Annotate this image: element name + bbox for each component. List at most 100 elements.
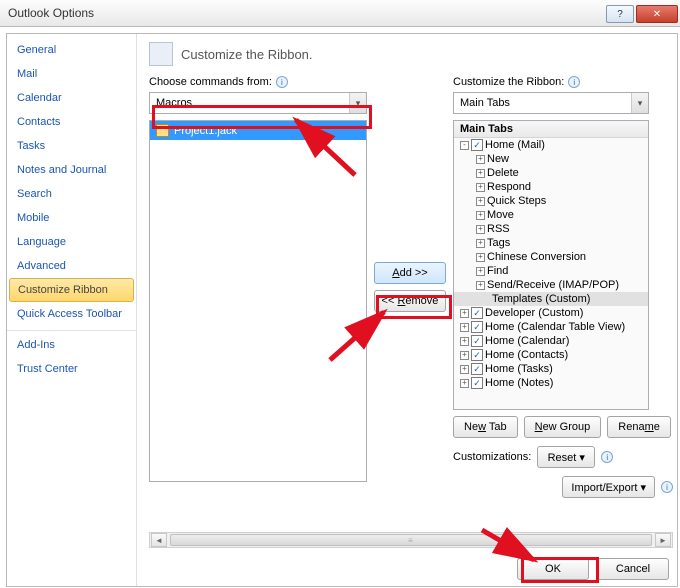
info-icon[interactable]: i bbox=[568, 76, 580, 88]
sidebar-item-quick-access[interactable]: Quick Access Toolbar bbox=[7, 302, 136, 326]
chevron-down-icon[interactable] bbox=[631, 93, 648, 113]
info-icon[interactable]: i bbox=[601, 451, 613, 463]
sidebar-item-customize-ribbon[interactable]: Customize Ribbon bbox=[9, 278, 134, 302]
chevron-down-icon[interactable] bbox=[349, 93, 366, 113]
window-title: Outlook Options bbox=[8, 6, 606, 20]
close-button[interactable]: ✕ bbox=[636, 5, 678, 23]
list-item-label: Project1.jack bbox=[174, 125, 237, 137]
sidebar-item-calendar[interactable]: Calendar bbox=[7, 86, 136, 110]
tree-item-label: Respond bbox=[487, 181, 531, 193]
tree-item[interactable]: + Send/Receive (IMAP/POP) bbox=[454, 278, 648, 292]
new-tab-button[interactable]: New Tab bbox=[453, 416, 518, 438]
sidebar-item-tasks[interactable]: Tasks bbox=[7, 134, 136, 158]
ribbon-tree[interactable]: Main Tabs - ✓ Home (Mail)+ New+ Delete+ … bbox=[453, 120, 649, 410]
macro-icon bbox=[156, 124, 169, 137]
expand-toggle[interactable]: + bbox=[460, 323, 469, 332]
tree-header: Main Tabs bbox=[454, 121, 648, 138]
info-icon[interactable]: i bbox=[661, 481, 673, 493]
tree-item[interactable]: + Move bbox=[454, 208, 648, 222]
commands-from-value: Macros bbox=[156, 97, 192, 109]
tree-item[interactable]: Templates (Custom) bbox=[454, 292, 648, 306]
commands-from-label: Choose commands from: i bbox=[149, 76, 367, 88]
sidebar-item-general[interactable]: General bbox=[7, 38, 136, 62]
checkbox[interactable]: ✓ bbox=[471, 321, 483, 333]
customize-ribbon-combo[interactable]: Main Tabs bbox=[453, 92, 649, 114]
expand-toggle[interactable]: + bbox=[476, 253, 485, 262]
tree-item[interactable]: + Delete bbox=[454, 166, 648, 180]
expand-toggle[interactable]: + bbox=[476, 183, 485, 192]
tree-item[interactable]: + ✓ Home (Calendar Table View) bbox=[454, 320, 648, 334]
tree-item-label: Home (Notes) bbox=[485, 377, 553, 389]
sidebar-item-contacts[interactable]: Contacts bbox=[7, 110, 136, 134]
tree-item[interactable]: + ✓ Home (Tasks) bbox=[454, 362, 648, 376]
sidebar-item-mobile[interactable]: Mobile bbox=[7, 206, 136, 230]
new-group-button[interactable]: New Group bbox=[524, 416, 602, 438]
tree-item[interactable]: + Quick Steps bbox=[454, 194, 648, 208]
remove-button[interactable]: << Remove bbox=[374, 290, 446, 312]
expand-toggle[interactable]: + bbox=[476, 225, 485, 234]
tree-item-label: Move bbox=[487, 209, 514, 221]
tree-item[interactable]: + ✓ Home (Calendar) bbox=[454, 334, 648, 348]
tree-item[interactable]: + ✓ Home (Notes) bbox=[454, 376, 648, 390]
reset-button[interactable]: Reset ▾ bbox=[537, 446, 595, 468]
checkbox[interactable]: ✓ bbox=[471, 363, 483, 375]
tree-item-label: Tags bbox=[487, 237, 510, 249]
sidebar-item-add-ins[interactable]: Add-Ins bbox=[7, 330, 136, 357]
expand-toggle[interactable]: + bbox=[476, 197, 485, 206]
tree-item-label: Send/Receive (IMAP/POP) bbox=[487, 279, 619, 291]
tree-item[interactable]: + Respond bbox=[454, 180, 648, 194]
sidebar-item-search[interactable]: Search bbox=[7, 182, 136, 206]
tree-item-label: Home (Contacts) bbox=[485, 349, 568, 361]
sidebar-item-notes-journal[interactable]: Notes and Journal bbox=[7, 158, 136, 182]
tree-item-label: Quick Steps bbox=[487, 195, 546, 207]
tree-item[interactable]: + RSS bbox=[454, 222, 648, 236]
expand-toggle[interactable]: - bbox=[460, 141, 469, 150]
tree-item[interactable]: + Chinese Conversion bbox=[454, 250, 648, 264]
expand-toggle[interactable]: + bbox=[476, 267, 485, 276]
commands-list[interactable]: Project1.jack bbox=[149, 120, 367, 482]
checkbox[interactable]: ✓ bbox=[471, 307, 483, 319]
expand-toggle[interactable]: + bbox=[460, 379, 469, 388]
tree-item[interactable]: + ✓ Developer (Custom) bbox=[454, 306, 648, 320]
tree-item[interactable]: + ✓ Home (Contacts) bbox=[454, 348, 648, 362]
expand-toggle[interactable]: + bbox=[476, 239, 485, 248]
sidebar-item-mail[interactable]: Mail bbox=[7, 62, 136, 86]
cancel-button[interactable]: Cancel bbox=[597, 558, 669, 580]
tree-item-label: Chinese Conversion bbox=[487, 251, 586, 263]
expand-toggle[interactable]: + bbox=[460, 309, 469, 318]
add-button[interactable]: Add >> bbox=[374, 262, 446, 284]
rename-button[interactable]: Rename bbox=[607, 416, 671, 438]
checkbox[interactable]: ✓ bbox=[471, 139, 483, 151]
tree-item-label: Home (Tasks) bbox=[485, 363, 553, 375]
tree-item-label: Delete bbox=[487, 167, 519, 179]
sidebar-item-advanced[interactable]: Advanced bbox=[7, 254, 136, 278]
checkbox[interactable]: ✓ bbox=[471, 335, 483, 347]
tree-item[interactable]: + Tags bbox=[454, 236, 648, 250]
import-export-button[interactable]: Import/Export ▾ bbox=[562, 476, 655, 498]
expand-toggle[interactable]: + bbox=[460, 337, 469, 346]
sidebar-item-trust-center[interactable]: Trust Center bbox=[7, 357, 136, 381]
commands-from-combo[interactable]: Macros bbox=[149, 92, 367, 114]
expand-toggle[interactable]: + bbox=[460, 351, 469, 360]
expand-toggle[interactable]: + bbox=[476, 281, 485, 290]
sidebar-item-language[interactable]: Language bbox=[7, 230, 136, 254]
help-button[interactable]: ? bbox=[606, 5, 634, 23]
info-icon[interactable]: i bbox=[276, 76, 288, 88]
expand-toggle[interactable]: + bbox=[476, 155, 485, 164]
scroll-left-button[interactable]: ◄ bbox=[151, 533, 167, 547]
tree-item[interactable]: - ✓ Home (Mail) bbox=[454, 138, 648, 152]
checkbox[interactable]: ✓ bbox=[471, 349, 483, 361]
scroll-right-button[interactable]: ► bbox=[655, 533, 671, 547]
ok-button[interactable]: OK bbox=[517, 558, 589, 580]
expand-toggle[interactable]: + bbox=[476, 211, 485, 220]
horizontal-scrollbar[interactable]: ◄ ≡ ► bbox=[149, 532, 673, 548]
scroll-thumb[interactable]: ≡ bbox=[170, 534, 652, 546]
checkbox[interactable]: ✓ bbox=[471, 377, 483, 389]
list-item[interactable]: Project1.jack bbox=[150, 121, 366, 140]
window-buttons: ? ✕ bbox=[606, 3, 680, 23]
expand-toggle[interactable]: + bbox=[476, 169, 485, 178]
expand-toggle[interactable]: + bbox=[460, 365, 469, 374]
tree-item[interactable]: + Find bbox=[454, 264, 648, 278]
dialog-frame: General Mail Calendar Contacts Tasks Not… bbox=[6, 33, 678, 587]
tree-item[interactable]: + New bbox=[454, 152, 648, 166]
